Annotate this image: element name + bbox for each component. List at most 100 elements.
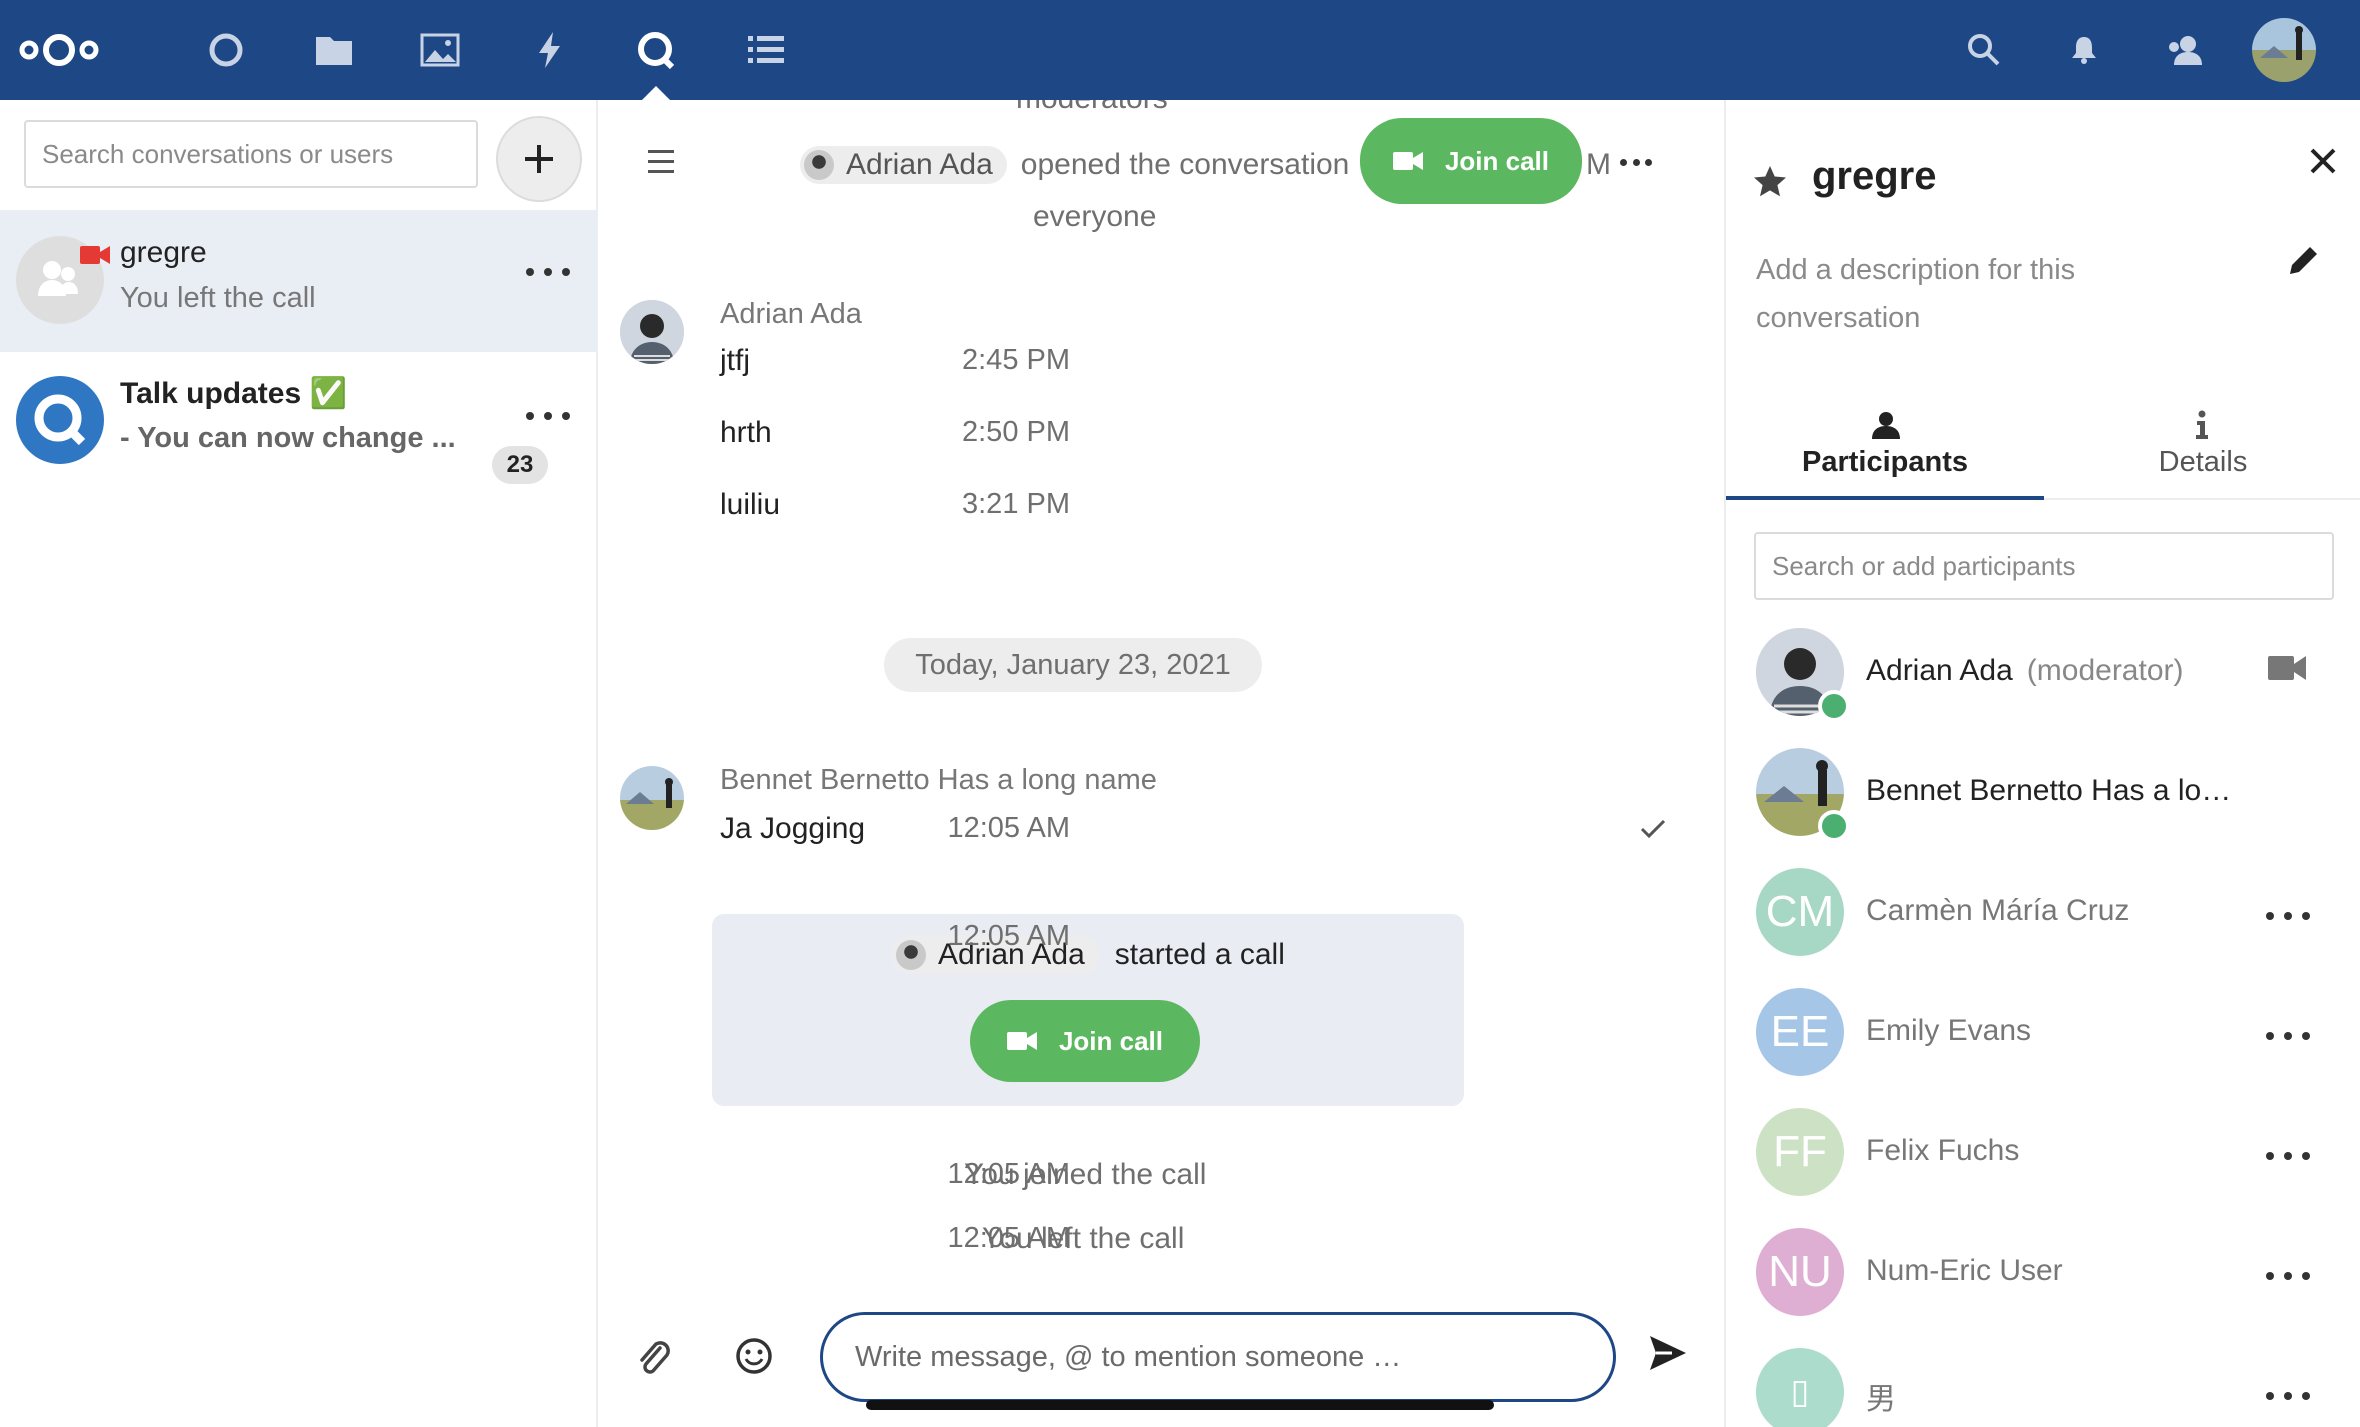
active-tab-indicator — [1726, 496, 2044, 500]
mention-name: Adrian Ada — [846, 148, 993, 181]
call-started-card: Adrian Ada started a call Join call — [712, 914, 1464, 1106]
participant-menu-button[interactable] — [2266, 1266, 2310, 1286]
unread-count-badge: 23 — [492, 446, 548, 484]
participant-menu-button[interactable] — [2266, 906, 2310, 926]
message-time: 3:21 PM — [962, 488, 1070, 520]
participant-name: Emily Evans — [1866, 1014, 2032, 1047]
attachment-icon[interactable] — [636, 1338, 670, 1378]
talk-updates-avatar — [16, 376, 104, 464]
conversation-last-message: You left the call — [120, 282, 316, 314]
search-participants-input[interactable]: Search or add participants — [1754, 532, 2334, 600]
message-time: 2:45 PM — [962, 344, 1070, 376]
conversation-item-talk-updates[interactable]: Talk updates ✅ - You can now change ... … — [0, 352, 598, 494]
message-text: Ja Jogging — [720, 812, 866, 845]
conversation-menu-button[interactable] — [526, 406, 570, 426]
close-icon[interactable] — [2306, 144, 2340, 178]
bennet-avatar[interactable] — [620, 766, 684, 830]
photos-icon[interactable] — [408, 18, 472, 82]
participant-row[interactable]: Adrian Ada (moderator) — [1726, 614, 2360, 734]
participant-name: Carmèn Máría Cruz — [1866, 894, 2130, 927]
chat-view: moderators Adrian Ada opened the convers… — [600, 100, 1722, 1427]
participant-row[interactable]: ▯ 男 — [1726, 1334, 2360, 1427]
conversation-details-panel: gregre Add a description for this conver… — [1724, 100, 2360, 1427]
favorite-star-icon[interactable] — [1752, 164, 1788, 198]
participants-icon — [1872, 412, 1900, 439]
system-message-cut-letter: M — [1586, 148, 1611, 181]
plus-icon — [525, 145, 553, 173]
participant-avatar: ▯ — [1756, 1348, 1844, 1427]
search-conversations-input[interactable]: Search conversations or users — [24, 120, 478, 188]
conversation-menu-button[interactable] — [526, 262, 570, 282]
online-status-indicator — [1818, 810, 1850, 842]
message-time: 2:50 PM — [962, 416, 1070, 448]
search-icon[interactable] — [1952, 18, 2016, 82]
mention-avatar — [804, 150, 834, 180]
activity-icon[interactable] — [518, 18, 582, 82]
participant-avatar: FF — [1756, 1108, 1844, 1196]
conversation-item-gregre[interactable]: gregre You left the call — [0, 210, 598, 352]
dashboard-icon[interactable] — [194, 18, 258, 82]
participant-avatar: EE — [1756, 988, 1844, 1076]
deck-icon[interactable] — [734, 18, 798, 82]
files-icon[interactable] — [302, 18, 366, 82]
participant-name: Felix Fuchs — [1866, 1134, 2020, 1167]
participant-menu-button[interactable] — [2266, 1386, 2310, 1406]
participant-name: Adrian Ada (moderator) — [1866, 654, 2184, 687]
participant-row[interactable]: CM Carmèn Máría Cruz — [1726, 854, 2360, 974]
participant-name: Num-Eric User — [1866, 1254, 2063, 1287]
contacts-icon[interactable] — [2154, 18, 2218, 82]
nextcloud-logo[interactable] — [14, 18, 104, 82]
system-message-text: opened the conversation — [1020, 148, 1350, 181]
adrian-ada-avatar[interactable] — [620, 300, 684, 364]
message-time: 12:05 AM — [947, 920, 1070, 952]
join-call-label: Join call — [1058, 1025, 1164, 1056]
new-conversation-button[interactable] — [496, 116, 582, 202]
participant-menu-button[interactable] — [2266, 1146, 2310, 1166]
tab-label: Participants — [1802, 446, 1968, 478]
conversation-name: gregre — [120, 236, 207, 269]
participant-avatar: NU — [1756, 1228, 1844, 1316]
emoji-icon[interactable] — [734, 1336, 774, 1376]
menu-icon[interactable] — [648, 150, 674, 180]
video-icon — [1392, 152, 1423, 170]
participant-role: (moderator) — [2026, 654, 2184, 687]
conversation-title[interactable]: gregre — [1812, 154, 1937, 199]
conversation-name: Talk updates ✅ — [120, 377, 347, 410]
sent-check-icon — [1640, 819, 1666, 839]
participant-menu-button[interactable] — [2266, 1026, 2310, 1046]
system-message-opened: Adrian Ada opened the conversation — [800, 146, 1349, 184]
info-icon — [2196, 410, 2208, 439]
participant-avatar — [1756, 748, 1850, 842]
user-avatar[interactable] — [2252, 18, 2316, 82]
talk-icon[interactable] — [624, 18, 688, 82]
message-text: jtfj — [720, 344, 750, 377]
conversation-list-panel: Search conversations or users gregre You… — [0, 100, 598, 1427]
message-text: luiliu — [720, 488, 781, 521]
message-input[interactable]: Write message, @ to mention someone … — [820, 1312, 1616, 1402]
message-time: 12:05 AM — [947, 1158, 1070, 1190]
participant-row[interactable]: EE Emily Evans — [1726, 974, 2360, 1094]
participant-avatar — [1756, 628, 1850, 722]
message-menu-button[interactable] — [1620, 152, 1652, 172]
join-call-button[interactable]: Join call — [970, 1000, 1200, 1082]
edit-pencil-icon[interactable] — [2286, 242, 2322, 278]
tab-label: Details — [2158, 446, 2248, 478]
join-call-label: Join call — [1444, 145, 1550, 176]
join-call-button-top[interactable]: Join call — [1360, 118, 1582, 204]
participant-avatar: CM — [1756, 868, 1844, 956]
notifications-icon[interactable] — [2052, 18, 2116, 82]
conversation-last-message: - You can now change ... — [120, 422, 456, 454]
participant-name: Bennet Bernetto Has a lo… — [1866, 774, 2232, 807]
user-mention[interactable]: Adrian Ada — [800, 146, 1007, 184]
participant-row[interactable]: Bennet Bernetto Has a lo… — [1726, 734, 2360, 854]
participant-row[interactable]: NU Num-Eric User — [1726, 1214, 2360, 1334]
participant-row[interactable]: FF Felix Fuchs — [1726, 1094, 2360, 1214]
message-author: Adrian Ada — [720, 298, 862, 330]
top-header — [0, 0, 2360, 102]
online-status-indicator — [1818, 690, 1850, 722]
date-separator: Today, January 23, 2021 — [884, 638, 1262, 692]
tab-participants[interactable]: Participants — [1726, 400, 2044, 500]
tab-details[interactable]: Details — [2044, 400, 2360, 500]
conversation-description[interactable]: Add a description for this conversation — [1756, 246, 2216, 342]
send-icon[interactable] — [1648, 1334, 1688, 1372]
